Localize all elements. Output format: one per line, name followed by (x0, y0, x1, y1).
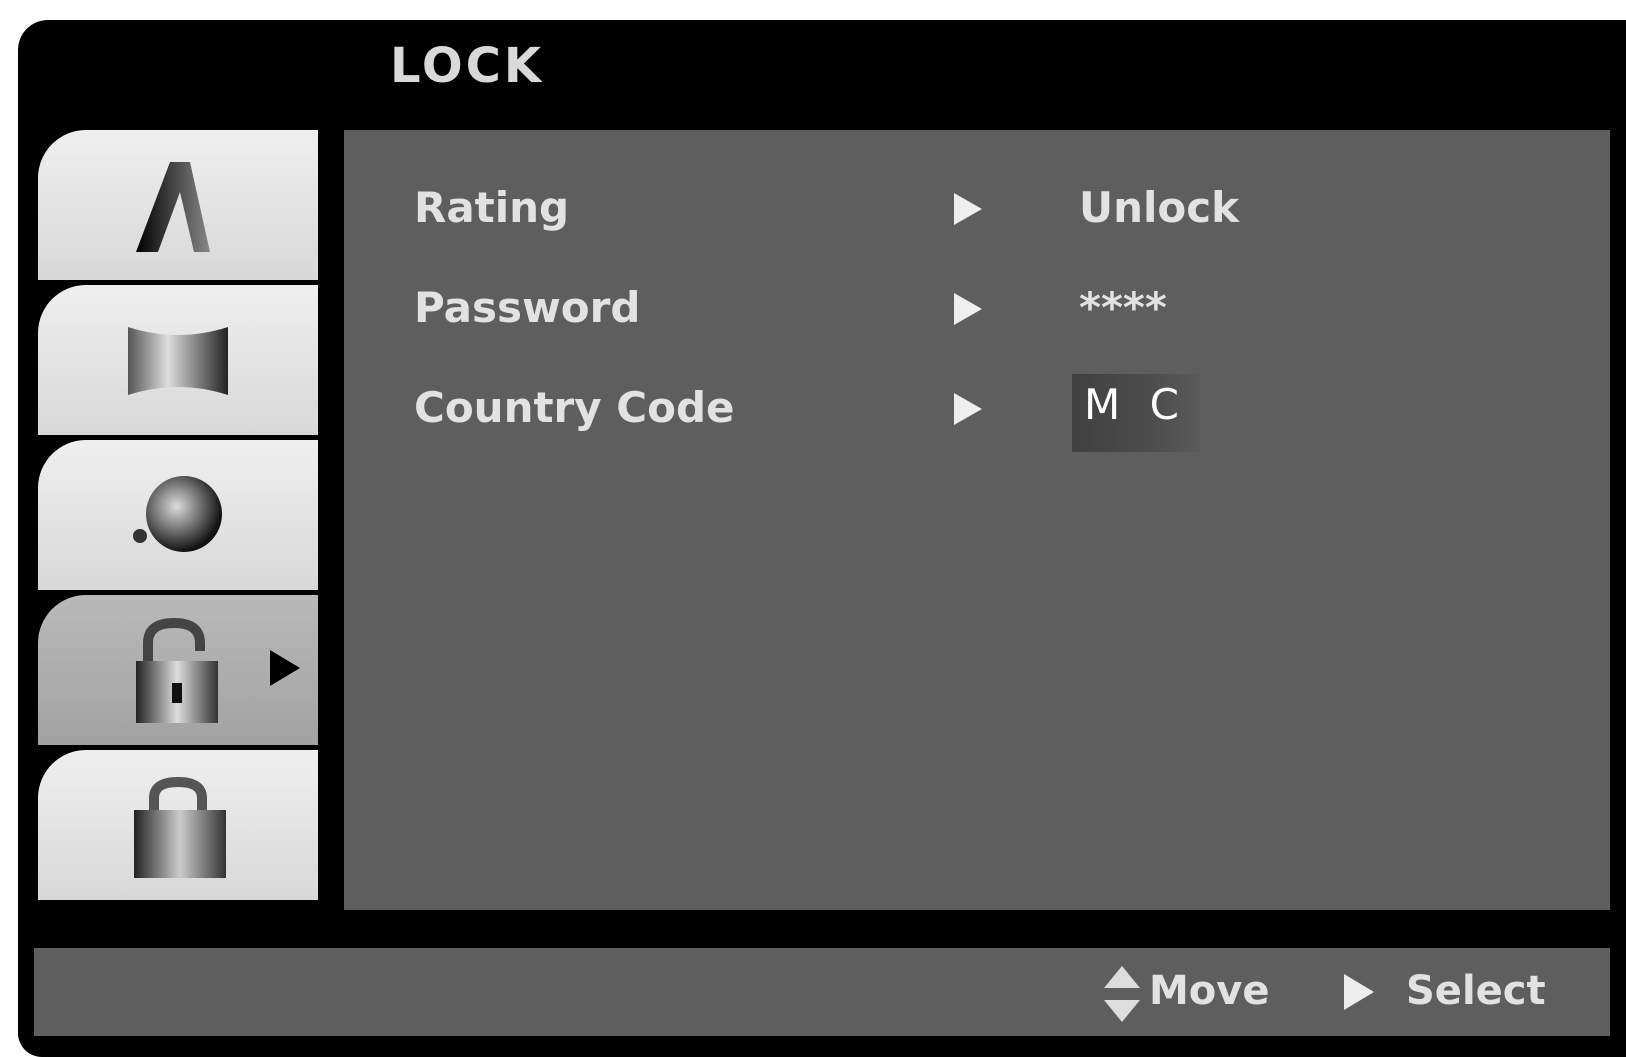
tab-display[interactable] (38, 285, 318, 435)
select-arrow-icon (1344, 974, 1374, 1010)
select-hint: Select (1406, 968, 1546, 1014)
tab-others[interactable] (38, 750, 318, 900)
others-icon (134, 776, 226, 878)
footer-bar: Move Select (34, 948, 1610, 1036)
right-arrow-icon (954, 193, 982, 225)
tab-audio[interactable] (38, 440, 318, 590)
country-code-field[interactable]: M C (1072, 374, 1200, 452)
setting-value: Unlock (1079, 183, 1240, 232)
audio-icon (133, 476, 222, 552)
setting-value: **** (1079, 283, 1167, 332)
lock-icon (136, 617, 218, 723)
language-icon (136, 162, 210, 252)
tab-language[interactable] (38, 130, 318, 280)
right-arrow-icon (954, 293, 982, 325)
tab-lock[interactable] (38, 595, 318, 745)
setting-label: Rating (414, 183, 570, 232)
settings-panel: Rating Unlock Password **** Country Code… (344, 130, 1610, 910)
up-down-arrows-icon (1104, 966, 1140, 1022)
display-icon (128, 327, 228, 395)
setting-row-country-code[interactable]: Country Code M C (344, 374, 1610, 452)
setting-row-password[interactable]: Password **** (344, 275, 1610, 335)
setting-label: Password (414, 283, 641, 332)
menu-title: LOCK (390, 38, 545, 94)
move-hint: Move (1149, 968, 1270, 1014)
setting-row-rating[interactable]: Rating Unlock (344, 175, 1610, 235)
setting-label: Country Code (414, 383, 735, 432)
right-arrow-icon (954, 393, 982, 425)
selected-indicator-icon (270, 650, 300, 686)
